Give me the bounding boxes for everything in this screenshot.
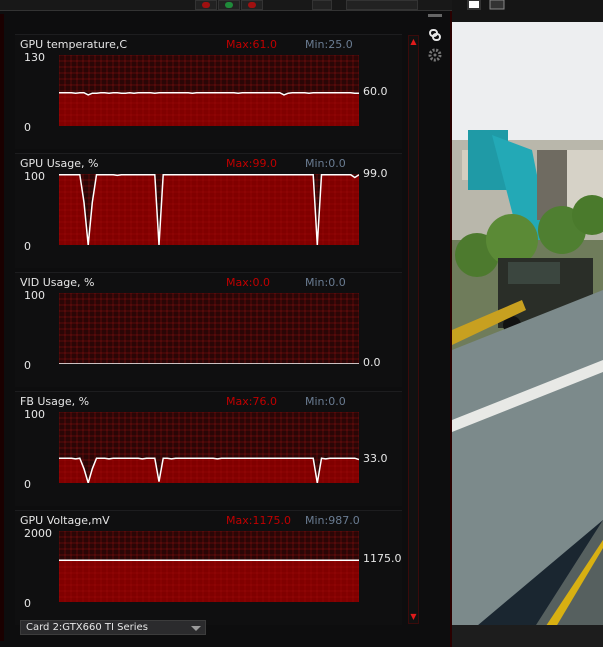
graph-title: VID Usage, %	[20, 276, 95, 289]
graph-0: GPU temperature,C Max:61.0 Min:25.0 130 …	[15, 34, 402, 149]
graph-ymin-label: 0	[24, 121, 31, 134]
graph-plot	[59, 412, 359, 483]
graph-plot	[59, 174, 359, 245]
graph-title: GPU Voltage,mV	[20, 514, 110, 527]
graph-current-value: 0.0	[363, 356, 381, 369]
graph-max: Max:76.0	[226, 395, 277, 408]
graph-4: GPU Voltage,mV Max:1175.0 Min:987.0 2000…	[15, 510, 402, 625]
card-select-dropdown[interactable]: Card 2:GTX660 TI Series	[20, 620, 206, 635]
graph-2: VID Usage, % Max:0.0 Min:0.0 100 0 0.0	[15, 272, 402, 387]
graph-min: Min:0.0	[305, 157, 346, 170]
graph-plot	[59, 531, 359, 602]
scroll-down-icon[interactable]: ▼	[409, 612, 418, 622]
graph-ymin-label: 0	[24, 597, 31, 610]
graph-min: Min:987.0	[305, 514, 360, 527]
top-toolbar	[0, 0, 452, 17]
graph-plot	[59, 293, 359, 364]
graph-ymin-label: 0	[24, 240, 31, 253]
toolbar-button-4[interactable]	[312, 0, 332, 10]
graph-ymax-label: 130	[24, 51, 45, 64]
graph-scrollbar[interactable]: ▲ ▼	[408, 35, 419, 624]
card-select-label: Card 2:GTX660 TI Series	[26, 622, 148, 633]
graph-min: Min:25.0	[305, 38, 353, 51]
graph-max: Max:0.0	[226, 276, 270, 289]
gear-icon[interactable]	[428, 48, 442, 62]
graph-title: GPU temperature,C	[20, 38, 128, 51]
graph-current-value: 1175.0	[363, 552, 402, 566]
graph-3: FB Usage, % Max:76.0 Min:0.0 100 0 33.0	[15, 391, 402, 506]
left-border	[0, 14, 4, 641]
toolbar-dropdown[interactable]	[346, 0, 418, 10]
graph-title: FB Usage, %	[20, 395, 90, 408]
graph-plot	[59, 55, 359, 126]
graph-current-value: 60.0	[363, 85, 388, 99]
side-icons	[426, 28, 444, 72]
graph-current-value: 33.0	[363, 451, 388, 465]
graph-ymin-label: 0	[24, 478, 31, 491]
chevron-down-icon	[191, 626, 201, 631]
graph-1: GPU Usage, % Max:99.0 Min:0.0 100 0 99.0	[15, 153, 402, 268]
graph-max: Max:1175.0	[226, 514, 291, 527]
toolbar-button-1[interactable]	[195, 0, 217, 10]
graph-ymax-label: 2000	[24, 527, 52, 540]
graph-max: Max:61.0	[226, 38, 277, 51]
scroll-up-icon[interactable]: ▲	[409, 37, 418, 47]
graph-current-value: 99.0	[363, 166, 388, 180]
link-icon[interactable]	[429, 29, 441, 41]
game-scene-image	[452, 0, 603, 647]
graph-ymax-label: 100	[24, 408, 45, 421]
toolbar-button-2[interactable]	[218, 0, 240, 10]
graph-min: Min:0.0	[305, 276, 346, 289]
graph-ymax-label: 100	[24, 170, 45, 183]
side-icon-svg	[428, 29, 442, 62]
scene-svg	[452, 0, 603, 647]
graph-min: Min:0.0	[305, 395, 346, 408]
graph-ymax-label: 100	[24, 289, 45, 302]
graph-title: GPU Usage, %	[20, 157, 99, 170]
toolbar-button-3[interactable]	[241, 0, 263, 10]
menu-icon[interactable]	[428, 14, 442, 17]
graph-ymin-label: 0	[24, 359, 31, 372]
graph-max: Max:99.0	[226, 157, 277, 170]
monitor-panel: GPU temperature,C Max:61.0 Min:25.0 130 …	[0, 0, 452, 647]
